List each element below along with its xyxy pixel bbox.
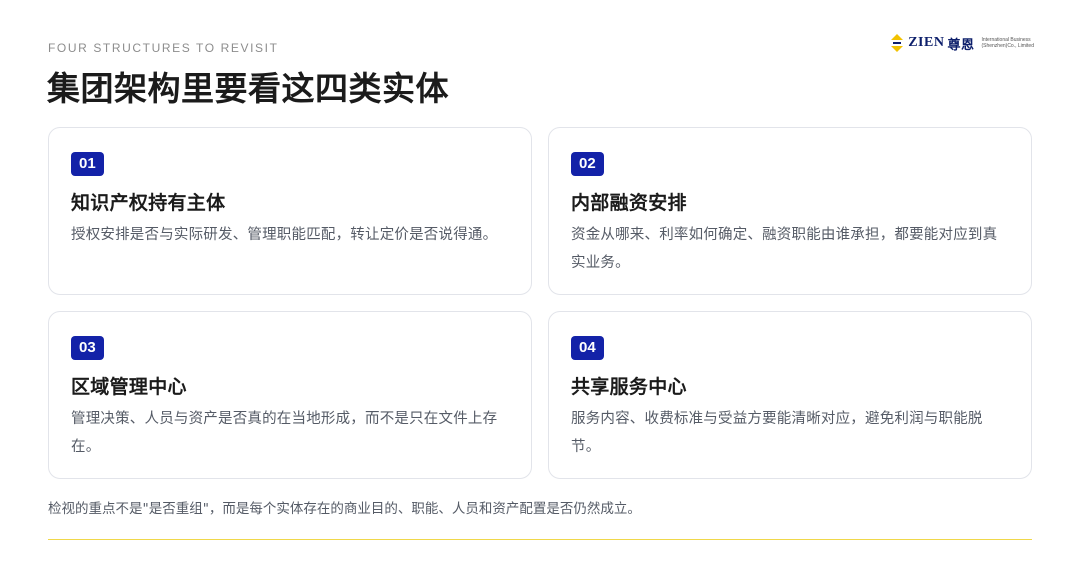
card-title: 知识产权持有主体: [71, 192, 226, 214]
card-number-badge: 02: [571, 152, 604, 176]
entity-card-ip-holding: 01 知识产权持有主体 授权安排是否与实际研发、管理职能匹配，转让定价是否说得通…: [48, 127, 532, 295]
logo-subtitle: International Business (Shenzhen)Co., Li…: [981, 37, 1034, 49]
card-body: 服务内容、收费标准与受益方要能清晰对应，避免利润与职能脱节。: [571, 411, 983, 455]
card-body: 资金从哪来、利率如何确定、融资职能由谁承担，都要能对应到真实业务。: [571, 227, 998, 271]
eyebrow-label: FOUR STRUCTURES TO REVISIT: [48, 41, 279, 55]
page-title: 集团架构里要看这四类实体: [47, 69, 449, 108]
logo-sub-line2: (Shenzhen)Co., Limited: [981, 43, 1034, 49]
card-title: 内部融资安排: [571, 192, 687, 214]
entity-card-shared-services: 04 共享服务中心 服务内容、收费标准与受益方要能清晰对应，避免利润与职能脱节。: [548, 311, 1032, 479]
card-title: 共享服务中心: [571, 376, 687, 398]
entity-card-internal-financing: 02 内部融资安排 资金从哪来、利率如何确定、融资职能由谁承担，都要能对应到真实…: [548, 127, 1032, 295]
footer-divider: [48, 539, 1032, 540]
card-number-badge: 01: [71, 152, 104, 176]
entity-card-grid: 01 知识产权持有主体 授权安排是否与实际研发、管理职能匹配，转让定价是否说得通…: [48, 127, 1032, 479]
logo-brand-cn: 尊恩: [947, 37, 975, 53]
card-body: 授权安排是否与实际研发、管理职能匹配，转让定价是否说得通。: [71, 227, 498, 243]
footer-note: 检视的重点不是"是否重组"，而是每个实体存在的商业目的、职能、人员和资产配置是否…: [48, 501, 641, 517]
card-title: 区域管理中心: [71, 376, 187, 398]
entity-card-regional-hq: 03 区域管理中心 管理决策、人员与资产是否真的在当地形成，而不是只在文件上存在…: [48, 311, 532, 479]
company-logo: ZIEN 尊恩 International Business (Shenzhen…: [890, 33, 1034, 53]
logo-mark-icon: [891, 34, 904, 52]
logo-wordmark: ZIEN 尊恩: [908, 34, 974, 53]
card-number-badge: 04: [571, 336, 604, 360]
card-number-badge: 03: [71, 336, 104, 360]
logo-brand-latin: ZIEN: [908, 35, 945, 50]
card-body: 管理决策、人员与资产是否真的在当地形成，而不是只在文件上存在。: [71, 411, 498, 455]
